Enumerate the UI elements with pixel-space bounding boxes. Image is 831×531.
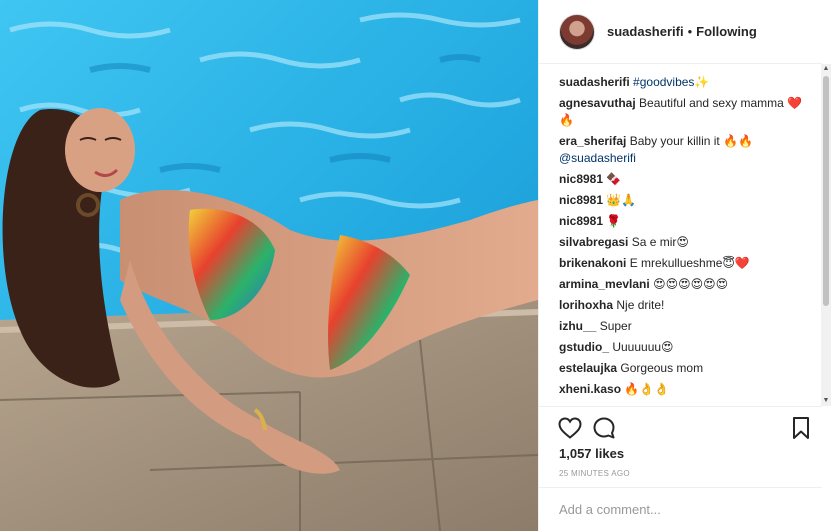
comment-text: Nje drite! bbox=[616, 298, 665, 312]
comment-username[interactable]: nic8981 bbox=[559, 193, 603, 207]
like-button[interactable] bbox=[553, 411, 587, 445]
comment-text: Baby your killin it 🔥🔥 bbox=[629, 134, 753, 148]
comments-list[interactable]: suadasherifi #goodvibes✨ agnesavuthaj Be… bbox=[539, 64, 822, 406]
comment-item: silvabregasi Sa e mir😍 bbox=[559, 234, 814, 251]
separator-dot: • bbox=[687, 24, 693, 39]
action-bar bbox=[539, 406, 822, 448]
comment-item: armina_mevlani 😍😍😍😍😍😍 bbox=[559, 276, 814, 293]
comment-text: E mrekullueshme😇❤️ bbox=[629, 256, 750, 270]
comment-item: era_sherifaj Baby your killin it 🔥🔥 @sua… bbox=[559, 133, 814, 167]
comment-text: Super bbox=[599, 319, 632, 333]
comment-username[interactable]: brikenakoni bbox=[559, 256, 626, 270]
comment-username[interactable]: lorihoxha bbox=[559, 298, 613, 312]
caption-username[interactable]: suadasherifi bbox=[559, 75, 630, 89]
avatar[interactable] bbox=[559, 13, 595, 50]
comment-button[interactable] bbox=[587, 411, 621, 445]
scroll-up-arrow-icon[interactable]: ▲ bbox=[821, 64, 831, 74]
comment-text: Sa e mir😍 bbox=[631, 235, 689, 249]
comment-item: nic8981 🌹 bbox=[559, 213, 814, 230]
comment-username[interactable]: izhu__ bbox=[559, 319, 596, 333]
comment-item: agnesavuthaj Beautiful and sexy mamma ❤️… bbox=[559, 95, 814, 129]
comment-item: izhu__ Super bbox=[559, 318, 814, 335]
comment-item: gstudio_ Uuuuuuu😍 bbox=[559, 339, 814, 356]
add-comment-bar bbox=[539, 487, 822, 531]
comment-input[interactable] bbox=[559, 502, 802, 517]
scroll-thumb[interactable] bbox=[823, 76, 829, 306]
post-side-panel: suadasherifi • Following suadasherifi #g… bbox=[538, 0, 831, 531]
comment-username[interactable]: agnesavuthaj bbox=[559, 96, 636, 110]
comments-scrollbar[interactable]: ▲ ▼ bbox=[821, 64, 831, 406]
comment-text: 🍫 bbox=[606, 172, 622, 186]
caption: suadasherifi #goodvibes✨ bbox=[559, 74, 814, 91]
comment-item: nic8981 🍫 bbox=[559, 171, 814, 188]
comment-bubble-icon bbox=[593, 417, 615, 438]
comment-text: Uuuuuuu😍 bbox=[612, 340, 674, 354]
instagram-post: suadasherifi • Following suadasherifi #g… bbox=[0, 0, 831, 531]
comment-item: nic8981 👑🙏 bbox=[559, 192, 814, 209]
scroll-down-arrow-icon[interactable]: ▼ bbox=[821, 396, 831, 406]
comment-item: xheni.kaso 🔥👌👌 bbox=[559, 381, 814, 398]
comment-username[interactable]: nic8981 bbox=[559, 214, 603, 228]
comment-username[interactable]: silvabregasi bbox=[559, 235, 628, 249]
comment-username[interactable]: armina_mevlani bbox=[559, 277, 650, 291]
comment-text: Gorgeous mom bbox=[620, 361, 704, 375]
comment-username[interactable]: xheni.kaso bbox=[559, 382, 621, 396]
comment-item: brikenakoni E mrekullueshme😇❤️ bbox=[559, 255, 814, 272]
post-header: suadasherifi • Following bbox=[539, 0, 822, 64]
caption-text[interactable]: #goodvibes✨ bbox=[633, 75, 709, 89]
post-photo-image bbox=[0, 0, 538, 531]
heart-icon bbox=[558, 416, 582, 439]
comment-text: 👑🙏 bbox=[606, 193, 637, 207]
bookmark-icon bbox=[793, 416, 809, 439]
comment-mention[interactable]: @suadasherifi bbox=[559, 151, 636, 165]
save-button[interactable] bbox=[784, 411, 818, 445]
comment-username[interactable]: nic8981 bbox=[559, 172, 603, 186]
following-button[interactable]: Following bbox=[696, 24, 757, 39]
likes-count[interactable]: 1,057 likes bbox=[559, 446, 624, 461]
comment-text: 🔥👌👌 bbox=[624, 382, 670, 396]
comment-username[interactable]: era_sherifaj bbox=[559, 134, 626, 148]
comment-item: lorihoxha Nje drite! bbox=[559, 297, 814, 314]
comment-username[interactable]: estelaujka bbox=[559, 361, 617, 375]
post-timestamp[interactable]: 25 MINUTES AGO bbox=[559, 469, 630, 478]
comment-username[interactable]: gstudio_ bbox=[559, 340, 609, 354]
comment-text: 🌹 bbox=[606, 214, 622, 228]
post-photo[interactable] bbox=[0, 0, 538, 531]
comment-item: estelaujka Gorgeous mom bbox=[559, 360, 814, 377]
comment-text: 😍😍😍😍😍😍 bbox=[653, 277, 729, 291]
post-username[interactable]: suadasherifi bbox=[607, 24, 684, 39]
